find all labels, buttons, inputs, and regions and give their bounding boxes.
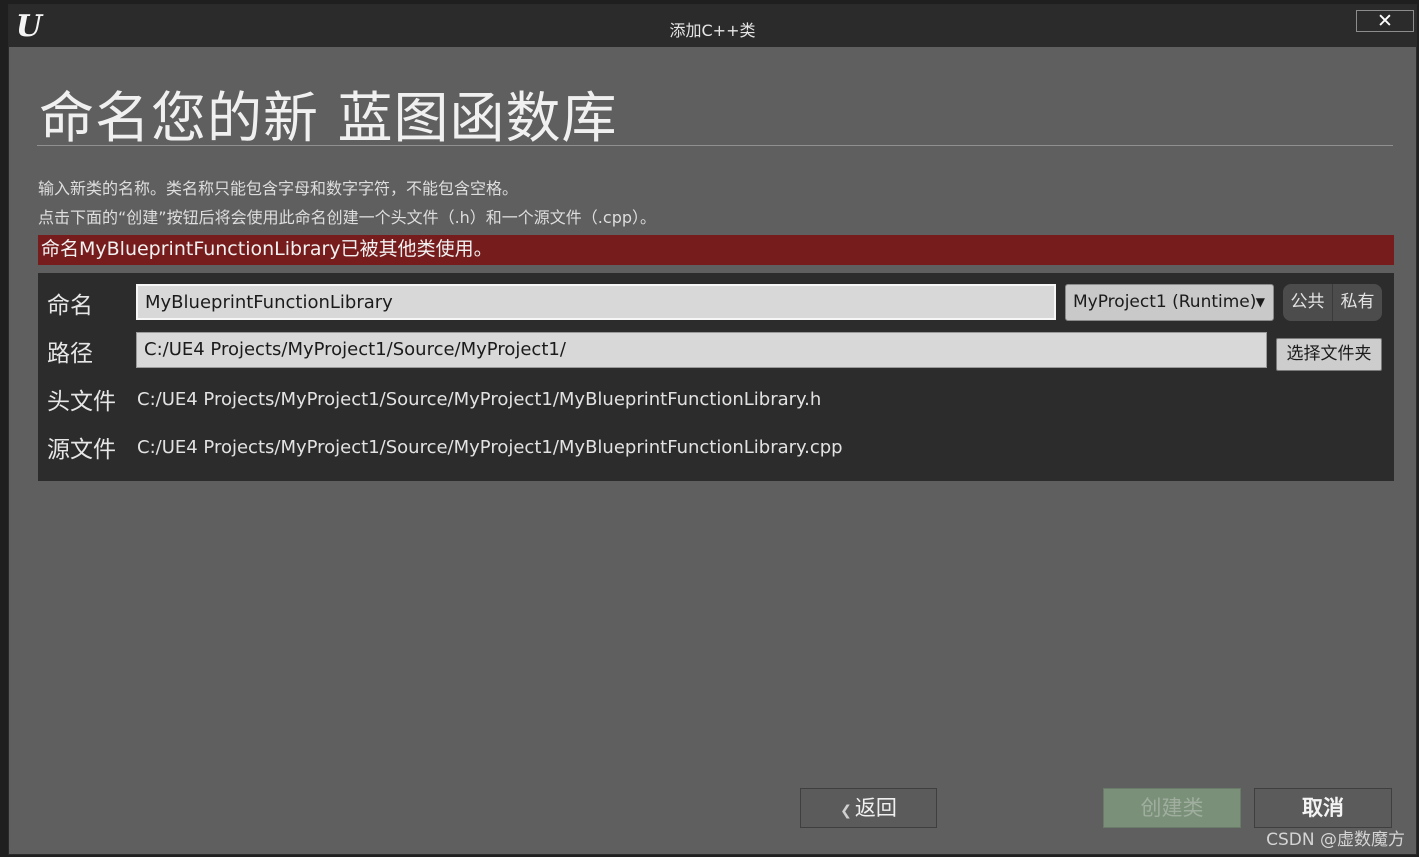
add-cpp-class-dialog: U 添加C++类 ✕ 命名您的新 蓝图函数库 输入新类的名称。类名称只能包含字母…: [8, 4, 1417, 855]
header-file-label: 头文件: [47, 389, 116, 415]
cancel-button[interactable]: 取消: [1254, 788, 1392, 828]
visibility-toggle[interactable]: 公共 私有: [1283, 284, 1382, 321]
create-class-button[interactable]: 创建类: [1103, 788, 1241, 828]
name-label: 命名: [47, 293, 93, 319]
choose-folder-button[interactable]: 选择文件夹: [1276, 338, 1382, 371]
page-title: 命名您的新 蓝图函数库: [39, 86, 618, 150]
divider: [37, 145, 1393, 146]
module-select-value: MyProject1 (Runtime): [1073, 292, 1257, 312]
class-name-input[interactable]: MyBlueprintFunctionLibrary: [136, 284, 1056, 320]
back-button[interactable]: ❮ 返回: [800, 788, 937, 828]
description-line-1: 输入新类的名称。类名称只能包含字母和数字字符，不能包含空格。: [38, 179, 519, 198]
description-line-2: 点击下面的“创建”按钮后将会使用此命名创建一个头文件（.h）和一个源文件（.cp…: [38, 208, 657, 227]
window-title: 添加C++类: [669, 21, 756, 40]
class-settings-panel: 命名 MyBlueprintFunctionLibrary MyProject1…: [38, 273, 1394, 481]
visibility-private-option[interactable]: 私有: [1333, 284, 1382, 321]
module-select[interactable]: MyProject1 (Runtime) ▼: [1065, 284, 1274, 321]
path-label: 路径: [47, 341, 93, 367]
caret-down-icon: ▼: [1255, 295, 1265, 309]
back-button-label: 返回: [854, 796, 897, 820]
chevron-left-icon: ❮: [840, 803, 852, 819]
source-file-label: 源文件: [47, 437, 116, 463]
watermark: CSDN @虚数魔方: [1266, 830, 1405, 850]
error-banner: 命名MyBlueprintFunctionLibrary已被其他类使用。: [38, 235, 1394, 265]
close-button[interactable]: ✕: [1356, 10, 1414, 32]
visibility-public-option[interactable]: 公共: [1283, 284, 1333, 321]
path-input[interactable]: C:/UE4 Projects/MyProject1/Source/MyProj…: [136, 332, 1267, 368]
header-file-path: C:/UE4 Projects/MyProject1/Source/MyProj…: [137, 389, 822, 410]
source-file-path: C:/UE4 Projects/MyProject1/Source/MyProj…: [137, 437, 843, 458]
title-bar[interactable]: U 添加C++类 ✕: [9, 5, 1416, 47]
